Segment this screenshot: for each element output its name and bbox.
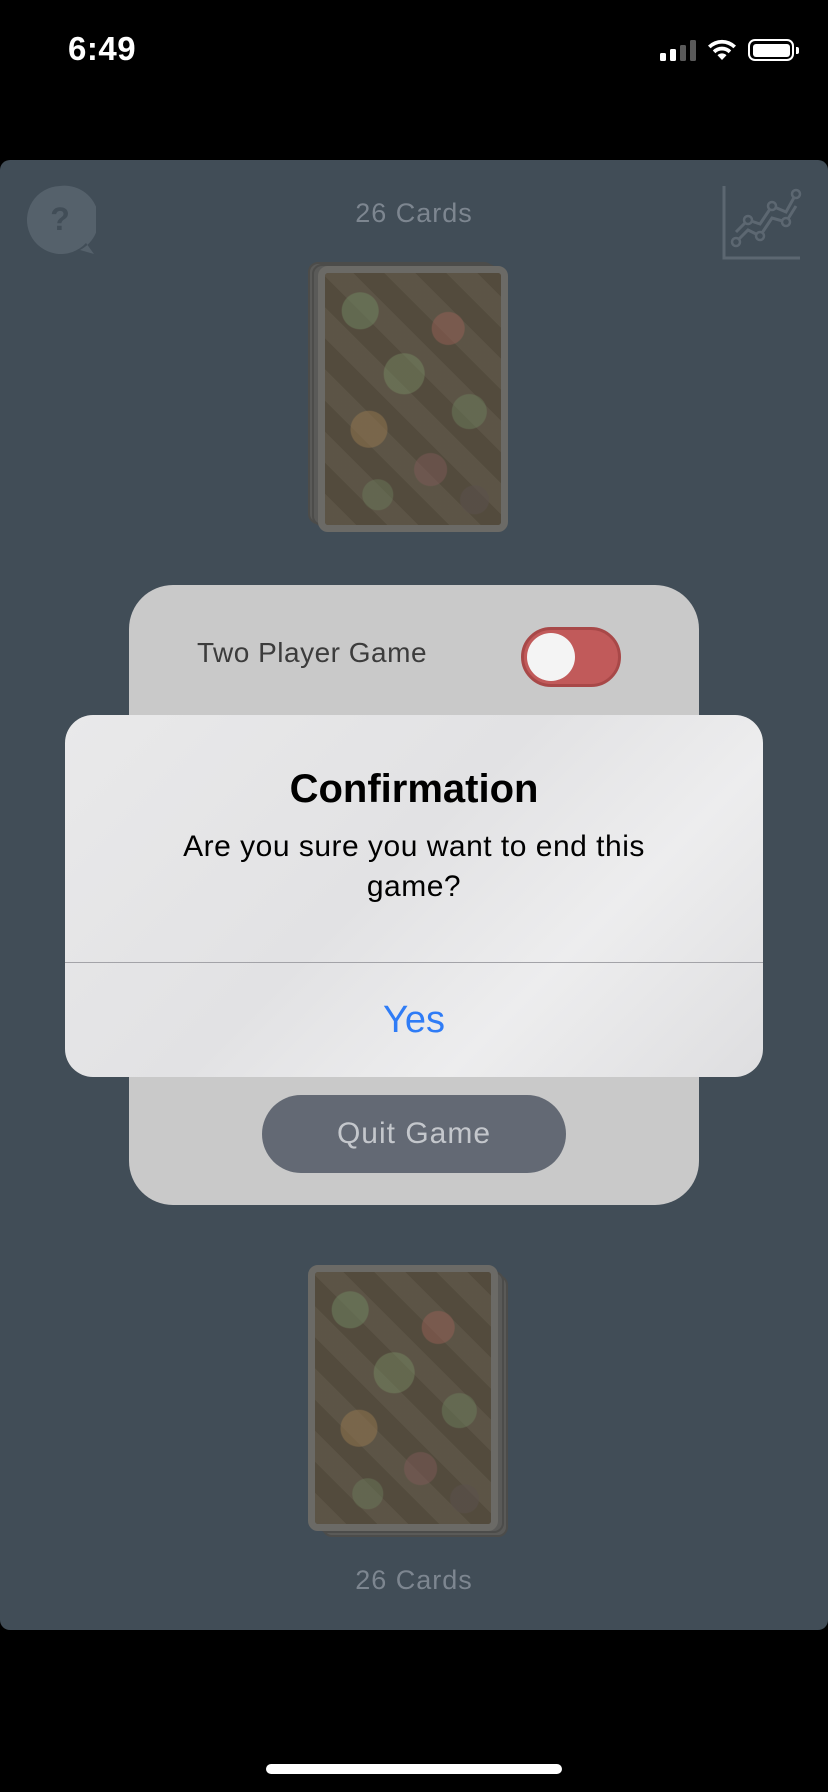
- status-bar: 6:49: [0, 0, 828, 100]
- opponent-deck[interactable]: [308, 260, 508, 532]
- yes-button[interactable]: Yes: [65, 963, 763, 1077]
- status-time: 6:49: [68, 30, 137, 67]
- opponent-card-count: 26 Cards: [355, 198, 473, 228]
- home-indicator[interactable]: [266, 1764, 562, 1774]
- status-icons: [660, 36, 799, 64]
- battery-icon: [748, 39, 799, 61]
- toggle-knob: [527, 633, 575, 681]
- card-back: [308, 1265, 498, 1531]
- stats-chart-icon[interactable]: [722, 184, 802, 260]
- player-card-count: 26 Cards: [355, 1565, 473, 1595]
- two-player-label: Two Player Game: [197, 637, 428, 668]
- alert-message: Are you sure you want to end this game?: [183, 830, 645, 903]
- player-deck[interactable]: [308, 1265, 508, 1537]
- alert-title: Confirmation: [289, 767, 539, 811]
- two-player-toggle[interactable]: [521, 627, 621, 687]
- card-back: [318, 266, 508, 532]
- quit-game-button[interactable]: Quit Game: [262, 1095, 566, 1173]
- wifi-icon: [708, 39, 736, 60]
- cellular-signal-icon: [660, 39, 696, 61]
- confirmation-alert: Confirmation Are you sure you want to en…: [65, 715, 763, 1077]
